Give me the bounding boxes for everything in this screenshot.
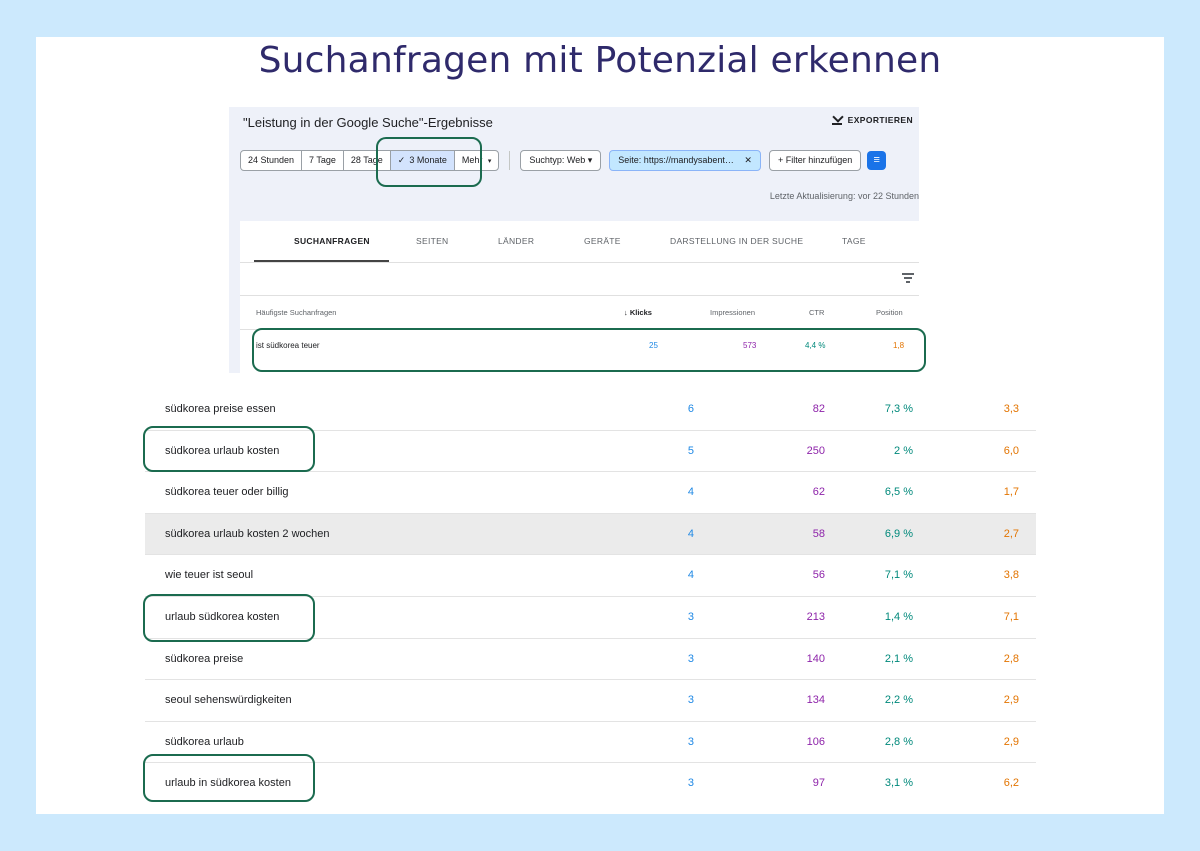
ctr-cell: 3,1 %	[884, 777, 913, 790]
clicks-cell: 3	[687, 610, 694, 623]
impressions-cell: 134	[806, 694, 825, 707]
ctr-cell: 2,8 %	[884, 735, 913, 748]
query-cell: südkorea urlaub	[165, 735, 244, 748]
filter-icon[interactable]	[902, 273, 914, 283]
query-cell: südkorea urlaub kosten 2 wochen	[165, 527, 330, 540]
impressions-cell: 250	[806, 444, 825, 457]
table-row-hovered[interactable]: südkorea urlaub kosten 2 wochen 4 58 6,9…	[145, 513, 1036, 556]
impressions-cell: 106	[806, 735, 825, 748]
tab-pages[interactable]: SEITEN	[416, 236, 449, 246]
range-24h[interactable]: 24 Stunden	[241, 151, 303, 170]
position-cell: 6,0	[1003, 444, 1019, 457]
slide-headline: Suchanfragen mit Potenzial erkennen	[258, 40, 942, 81]
filter-settings-icon[interactable]: ≡	[867, 151, 887, 170]
impressions-cell: 62	[812, 486, 825, 499]
tab-devices[interactable]: GERÄTE	[584, 236, 621, 246]
query-cell: seoul sehenswürdigkeiten	[165, 694, 292, 707]
position-cell: 2,9	[1003, 735, 1019, 748]
impressions-cell: 58	[812, 527, 825, 540]
position-cell: 1,7	[1003, 486, 1019, 499]
table-row[interactable]: wie teuer ist seoul 4 56 7,1 % 3,8	[145, 555, 1036, 597]
clicks-cell: 3	[687, 694, 694, 707]
position-cell: 7,1	[1003, 610, 1019, 623]
add-filter-button[interactable]: + Filter hinzufügen	[768, 150, 862, 171]
ctr-cell: 2,2 %	[884, 694, 913, 707]
search-type-chip[interactable]: Suchtyp: Web ▾	[520, 150, 602, 171]
ctr-cell: 6,5 %	[884, 486, 913, 499]
query-cell: südkorea teuer oder billig	[165, 486, 289, 499]
clicks-cell: 6	[687, 403, 694, 415]
impressions-cell: 82	[812, 403, 825, 415]
chevron-down-icon: ▾	[487, 158, 492, 165]
table-header: Häufigste Suchanfragen ↓ Klicks Impressi…	[240, 295, 919, 330]
query-cell: südkorea preise	[165, 652, 244, 665]
clicks-cell: 3	[687, 735, 694, 748]
export-button[interactable]: EXPORTIEREN	[831, 114, 913, 125]
range-7d[interactable]: 7 Tage	[302, 151, 344, 170]
column-position[interactable]: Position	[876, 308, 903, 317]
filter-bar: 24 Stunden 7 Tage 28 Tage ✓ 3 Monate Mehr…	[240, 150, 887, 171]
column-query[interactable]: Häufigste Suchanfragen	[256, 308, 336, 317]
clicks-cell: 4	[687, 527, 694, 540]
table-row[interactable]: südkorea preise essen 6 82 7,3 % 3,3	[145, 389, 1036, 431]
ctr-cell: 2,1 %	[884, 652, 913, 665]
clicks-cell: 3	[687, 652, 694, 665]
clicks-cell: 3	[687, 777, 694, 790]
page-filter-chip[interactable]: Seite: https://mandysabent… ✕	[609, 150, 761, 171]
position-cell: 3,3	[1003, 403, 1019, 415]
highlight-query-6	[143, 594, 315, 642]
position-cell: 3,8	[1003, 569, 1019, 582]
impressions-cell: 140	[806, 652, 825, 665]
tab-search-appearance[interactable]: DARSTELLUNG IN DER SUCHE	[670, 236, 803, 246]
table-row[interactable]: südkorea preise 3 140 2,1 % 2,8	[145, 639, 1036, 681]
divider	[509, 151, 511, 170]
table-row[interactable]: seoul sehenswürdigkeiten 3 134 2,2 % 2,9	[145, 680, 1036, 722]
ctr-cell: 1,4 %	[884, 610, 913, 623]
query-cell: wie teuer ist seoul	[165, 569, 254, 582]
active-tab-indicator	[254, 260, 389, 262]
column-ctr[interactable]: CTR	[809, 308, 824, 317]
highlight-query-10	[143, 754, 315, 802]
query-cell: südkorea preise essen	[165, 403, 276, 415]
download-icon	[831, 114, 842, 125]
clicks-cell: 4	[687, 486, 694, 499]
clicks-cell: 4	[687, 569, 694, 582]
impressions-cell: 97	[812, 777, 825, 790]
position-cell: 2,8	[1003, 652, 1019, 665]
tab-countries[interactable]: LÄNDER	[498, 236, 534, 246]
ctr-cell: 2 %	[894, 444, 913, 457]
ctr-cell: 6,9 %	[884, 527, 913, 540]
report-title: "Leistung in der Google Suche"-Ergebniss…	[243, 115, 493, 130]
highlight-top-query	[252, 328, 926, 372]
impressions-cell: 213	[806, 610, 825, 623]
export-label: EXPORTIEREN	[847, 114, 913, 125]
clicks-cell: 5	[687, 444, 694, 457]
column-impressions[interactable]: Impressionen	[710, 308, 755, 317]
column-clicks[interactable]: ↓ Klicks	[624, 308, 652, 317]
tab-days[interactable]: TAGE	[842, 236, 866, 246]
ctr-cell: 7,1 %	[884, 569, 913, 582]
highlight-query-2	[143, 426, 315, 472]
report-tabs: SUCHANFRAGEN SEITEN LÄNDER GERÄTE DARSTE…	[240, 221, 919, 263]
ctr-cell: 7,3 %	[884, 403, 913, 415]
position-cell: 2,7	[1003, 527, 1019, 540]
position-cell: 2,9	[1003, 694, 1019, 707]
position-cell: 6,2	[1003, 777, 1019, 790]
tab-queries[interactable]: SUCHANFRAGEN	[294, 236, 370, 246]
impressions-cell: 56	[812, 569, 825, 582]
last-updated: Letzte Aktualisierung: vor 22 Stunden	[769, 191, 919, 201]
close-icon[interactable]: ✕	[744, 155, 752, 165]
table-row[interactable]: südkorea teuer oder billig 4 62 6,5 % 1,…	[145, 472, 1036, 514]
highlight-3-monate	[376, 137, 482, 187]
